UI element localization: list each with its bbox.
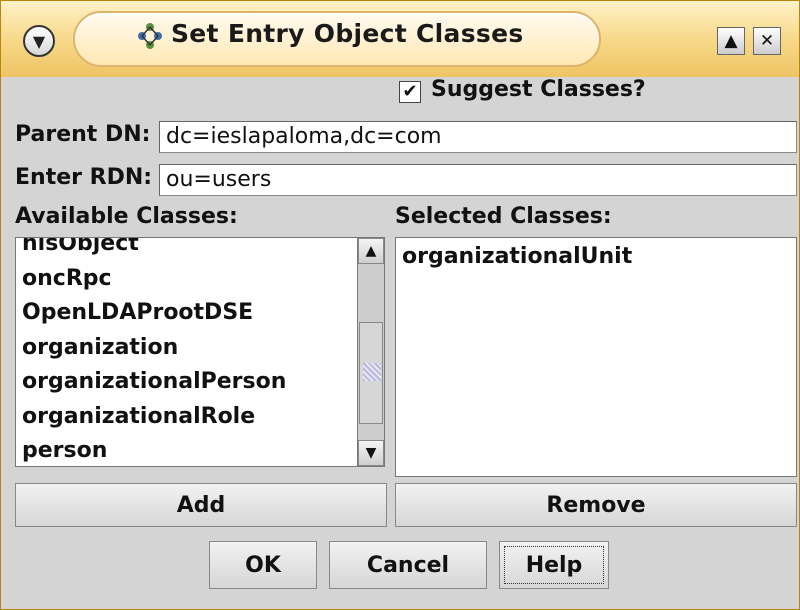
suggest-classes-label: Suggest Classes? [431, 77, 646, 102]
checkmark-icon: ✔ [402, 81, 418, 102]
list-item[interactable]: nisObject [16, 238, 358, 262]
arrow-up-icon: ▲ [365, 243, 377, 259]
suggest-classes-checkbox[interactable]: ✔ [399, 81, 421, 103]
selected-classes-list[interactable]: organizationalUnit [395, 237, 797, 477]
title-bar[interactable]: ▼ Set Entry Object Classes ▲ ✕ [1, 1, 799, 77]
window-menu-button[interactable]: ▼ [23, 25, 55, 57]
maximize-button[interactable]: ▲ [717, 27, 745, 55]
rdn-label: Enter RDN: [15, 165, 153, 190]
list-item[interactable]: person [16, 434, 358, 466]
available-classes-label: Available Classes: [15, 204, 238, 229]
parent-dn-field[interactable]: dc=ieslapaloma,dc=com [159, 121, 797, 153]
close-button[interactable]: ✕ [753, 27, 781, 55]
window-title: Set Entry Object Classes [171, 19, 524, 48]
list-item[interactable]: organizationalRole [16, 400, 358, 435]
selected-classes-label: Selected Classes: [395, 204, 612, 229]
available-list-scrollbar[interactable]: ▲ ▼ [357, 237, 385, 467]
scrollbar-track[interactable] [358, 264, 384, 440]
scroll-down-button[interactable]: ▼ [358, 440, 384, 466]
grip-icon [363, 363, 381, 381]
list-item[interactable]: organizationalPerson [16, 365, 358, 400]
close-icon: ✕ [759, 31, 775, 51]
list-item[interactable]: organization [16, 331, 358, 366]
list-item[interactable]: oncRpc [16, 262, 358, 297]
dialog-window: ▼ Set Entry Object Classes ▲ ✕ ✔ Suggest… [0, 0, 800, 610]
arrow-down-icon: ▼ [365, 445, 377, 461]
scroll-up-button[interactable]: ▲ [358, 238, 384, 264]
available-classes-list[interactable]: nisObject oncRpc OpenLDAProotDSE organiz… [15, 237, 359, 467]
list-item[interactable]: OpenLDAProotDSE [16, 296, 358, 331]
scrollbar-thumb[interactable] [359, 322, 383, 424]
maximize-icon: ▲ [724, 31, 738, 51]
cancel-button[interactable]: Cancel [329, 541, 487, 589]
chevron-down-icon: ▼ [32, 31, 46, 51]
remove-button[interactable]: Remove [395, 483, 797, 527]
add-button[interactable]: Add [15, 483, 387, 527]
help-button[interactable]: Help [499, 541, 609, 589]
parent-dn-label: Parent DN: [15, 122, 151, 147]
list-item[interactable]: organizationalUnit [396, 240, 796, 275]
ldap-browser-icon [138, 23, 162, 49]
ok-button[interactable]: OK [209, 541, 317, 589]
rdn-field[interactable]: ou=users [159, 164, 797, 196]
